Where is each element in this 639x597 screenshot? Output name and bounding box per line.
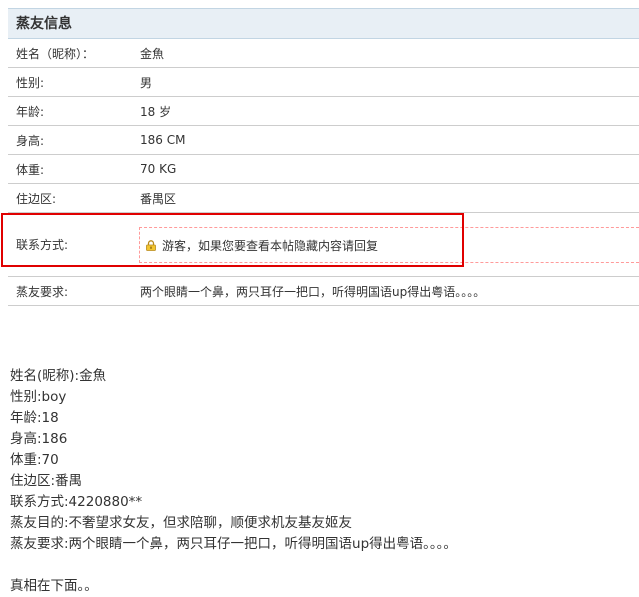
post-line: 体重:70: [10, 452, 59, 468]
row-label: 性别:: [16, 75, 45, 90]
post-body: 姓名(昵称):金魚 性别:boy 年龄:18 身高:186 体重:70 住边区:…: [10, 366, 457, 597]
info-row-age: 年龄: 18 岁: [8, 97, 639, 126]
post-line: 蒸友目的:不奢望求女友，但求陪聊，顺便求机友基友姬友: [10, 515, 353, 531]
post-line: 联系方式:4220880**: [10, 494, 143, 510]
info-row-weight: 体重: 70 KG: [8, 155, 639, 184]
row-label: 年龄:: [16, 104, 45, 119]
row-value: 番禺区: [140, 191, 177, 206]
hidden-content-box[interactable]: 游客，如果您要查看本帖隐藏内容请回复: [139, 227, 639, 263]
post-line: 身高:186: [10, 431, 68, 447]
row-value: 186 CM: [140, 133, 186, 147]
lock-icon: [146, 239, 156, 251]
row-label: 身高:: [16, 133, 45, 148]
post-line: 年龄:18: [10, 410, 59, 426]
info-row-district: 住边区: 番禺区: [8, 184, 639, 213]
info-row-name: 姓名（昵称）： 金魚: [8, 39, 639, 68]
row-value: 男: [140, 75, 153, 90]
line-spacer: [10, 555, 457, 576]
post-line: 姓名(昵称):金魚: [10, 368, 107, 384]
info-panel: 蒸友信息 姓名（昵称）： 金魚 性别: 男 年龄: 18 岁 身高: 186 C…: [8, 8, 639, 306]
post-line: 住边区:番禺: [10, 473, 83, 489]
info-row-contact: 联系方式: 游客，如果您要查看本帖隐藏内容请回复: [8, 213, 639, 277]
row-label: 住边区:: [16, 191, 57, 206]
row-label: 联系方式:: [16, 238, 69, 252]
row-label: 体重:: [16, 162, 45, 177]
row-value: 18 岁: [140, 104, 172, 119]
row-value: 金魚: [140, 46, 165, 61]
row-label: 姓名（昵称）：: [16, 46, 95, 61]
row-value: 70 KG: [140, 162, 177, 176]
post-footer: 真相在下面。。: [10, 578, 98, 594]
hidden-content-notice: 游客，如果您要查看本帖隐藏内容请回复: [162, 238, 379, 253]
post-line: 性别:boy: [10, 389, 67, 405]
row-label: 蒸友要求:: [16, 284, 69, 299]
row-value: 两个眼睛一个鼻，两只耳仔一把口，听得明国语up得出粤语。。。。: [140, 284, 486, 299]
info-row-gender: 性别: 男: [8, 68, 639, 97]
post-line: 蒸友要求:两个眼睛一个鼻，两只耳仔一把口，听得明国语up得出粤语。。。。: [10, 536, 457, 552]
info-row-requirement: 蒸友要求: 两个眼睛一个鼻，两只耳仔一把口，听得明国语up得出粤语。。。。: [8, 277, 639, 306]
panel-title: 蒸友信息: [8, 8, 639, 39]
info-row-height: 身高: 186 CM: [8, 126, 639, 155]
